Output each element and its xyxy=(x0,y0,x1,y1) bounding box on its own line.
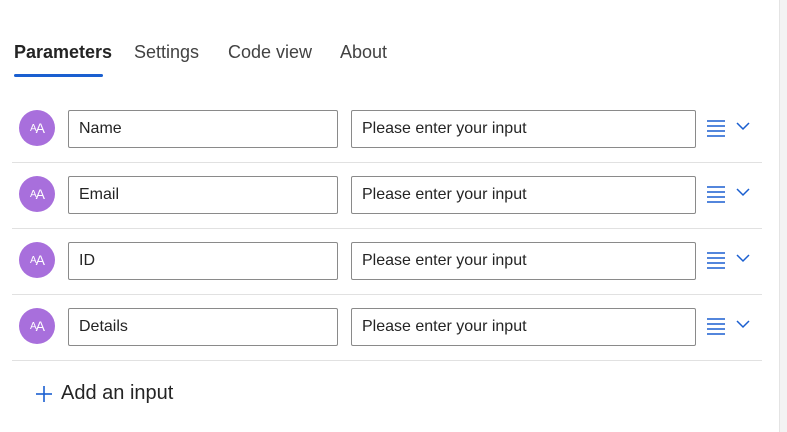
input-row: AA Email Please enter your input xyxy=(12,163,762,229)
tab-settings[interactable]: Settings xyxy=(134,40,199,64)
add-input-label: Add an input xyxy=(61,382,174,404)
text-type-icon: AA xyxy=(19,308,55,344)
tab-code-view[interactable]: Code view xyxy=(228,40,312,64)
input-row: AA Name Please enter your input xyxy=(12,97,762,163)
chevron-down-icon[interactable] xyxy=(736,121,750,131)
row-divider xyxy=(12,360,762,361)
input-name-field[interactable]: Details xyxy=(68,308,338,346)
tab-parameters[interactable]: Parameters xyxy=(14,40,112,64)
input-row: AA Details Please enter your input xyxy=(12,295,762,361)
chevron-down-icon[interactable] xyxy=(736,319,750,329)
chevron-down-icon[interactable] xyxy=(736,253,750,263)
plus-icon xyxy=(36,385,52,402)
scrollbar-track xyxy=(779,0,787,432)
menu-icon[interactable] xyxy=(707,251,725,269)
input-row: AA ID Please enter your input xyxy=(12,229,762,295)
text-type-icon: AA xyxy=(19,242,55,278)
input-value-field[interactable]: Please enter your input xyxy=(351,110,696,148)
input-name-field[interactable]: Email xyxy=(68,176,338,214)
add-input-button[interactable]: Add an input xyxy=(36,382,173,405)
input-value-field[interactable]: Please enter your input xyxy=(351,242,696,280)
text-type-icon: AA xyxy=(19,176,55,212)
input-name-field[interactable]: Name xyxy=(68,110,338,148)
text-type-icon: AA xyxy=(19,110,55,146)
tab-about[interactable]: About xyxy=(340,40,387,64)
menu-icon[interactable] xyxy=(707,119,725,137)
chevron-down-icon[interactable] xyxy=(736,187,750,197)
input-value-field[interactable]: Please enter your input xyxy=(351,308,696,346)
input-name-field[interactable]: ID xyxy=(68,242,338,280)
menu-icon[interactable] xyxy=(707,185,725,203)
active-tab-indicator xyxy=(14,74,103,77)
menu-icon[interactable] xyxy=(707,317,725,335)
input-value-field[interactable]: Please enter your input xyxy=(351,176,696,214)
